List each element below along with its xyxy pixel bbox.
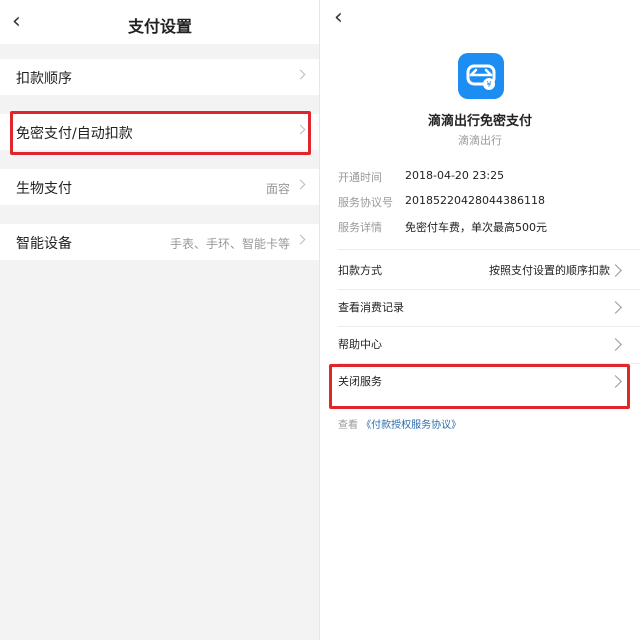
service-detail-panel: ‹ ¥ 滴滴出行免密支付 滴滴出行 开通时间 2018-04-20 23:25 … [320, 0, 640, 640]
row-label: 扣款方式 [338, 264, 382, 277]
info-label-agreement-no: 服务协议号 [338, 196, 393, 209]
chevron-right-icon [609, 264, 622, 277]
row-label: 免密支付/自动扣款 [16, 126, 133, 142]
row-value: 手表、手环、智能卡等 [169, 237, 290, 251]
separator [338, 249, 640, 250]
header: ‹ 支付设置 [0, 0, 320, 44]
info-label-open-time: 开通时间 [338, 171, 382, 184]
info-value-service-detail: 免密付车费，单次最高500元 [405, 221, 547, 234]
footer-prefix: 查看 [338, 420, 358, 431]
chevron-right-icon [295, 179, 306, 190]
service-subtitle: 滴滴出行 [458, 134, 502, 147]
row-value: 面容 [265, 182, 290, 196]
app-logo-icon: ¥ [458, 53, 504, 99]
footer: 查看 《付款授权服务协议》 [338, 416, 461, 431]
row-label: 帮助中心 [338, 338, 382, 351]
chevron-right-icon [609, 338, 622, 351]
row-consumption-records[interactable]: 查看消费记录 [320, 289, 640, 326]
service-title: 滴滴出行免密支付 [427, 114, 532, 129]
row-password-free-payment[interactable]: 免密支付/自动扣款 [0, 114, 320, 150]
row-help-center[interactable]: 帮助中心 [320, 326, 640, 363]
row-label: 关闭服务 [338, 375, 382, 388]
info-value-open-time: 2018-04-20 23:25 [405, 169, 505, 182]
back-icon[interactable]: ‹ [334, 7, 343, 29]
chevron-right-icon [295, 234, 306, 245]
row-label: 智能设备 [16, 236, 72, 252]
row-label: 查看消费记录 [338, 301, 404, 314]
row-label: 生物支付 [16, 181, 72, 197]
svg-text:¥: ¥ [486, 80, 491, 89]
chevron-right-icon [295, 69, 306, 80]
chevron-right-icon [609, 301, 622, 314]
chevron-right-icon [295, 124, 306, 135]
row-deduction-order[interactable]: 扣款顺序 [0, 59, 320, 95]
row-smart-devices[interactable]: 智能设备 手表、手环、智能卡等 [0, 224, 320, 260]
info-label-service-detail: 服务详情 [338, 221, 382, 234]
payment-settings-panel: ‹ 支付设置 扣款顺序 免密支付/自动扣款 生物支付 面容 智能设备 手表、手环… [0, 0, 320, 640]
row-close-service[interactable]: 关闭服务 [320, 363, 640, 400]
row-deduction-method[interactable]: 扣款方式 按照支付设置的顺序扣款 [320, 252, 640, 289]
row-label: 扣款顺序 [16, 71, 72, 87]
row-value: 按照支付设置的顺序扣款 [489, 264, 610, 277]
agreement-link[interactable]: 《付款授权服务协议》 [361, 420, 461, 431]
page-title: 支付设置 [127, 17, 192, 36]
row-biometric-payment[interactable]: 生物支付 面容 [0, 169, 320, 205]
chevron-right-icon [609, 375, 622, 388]
info-value-agreement-no: 20185220428044386118 [405, 194, 545, 207]
